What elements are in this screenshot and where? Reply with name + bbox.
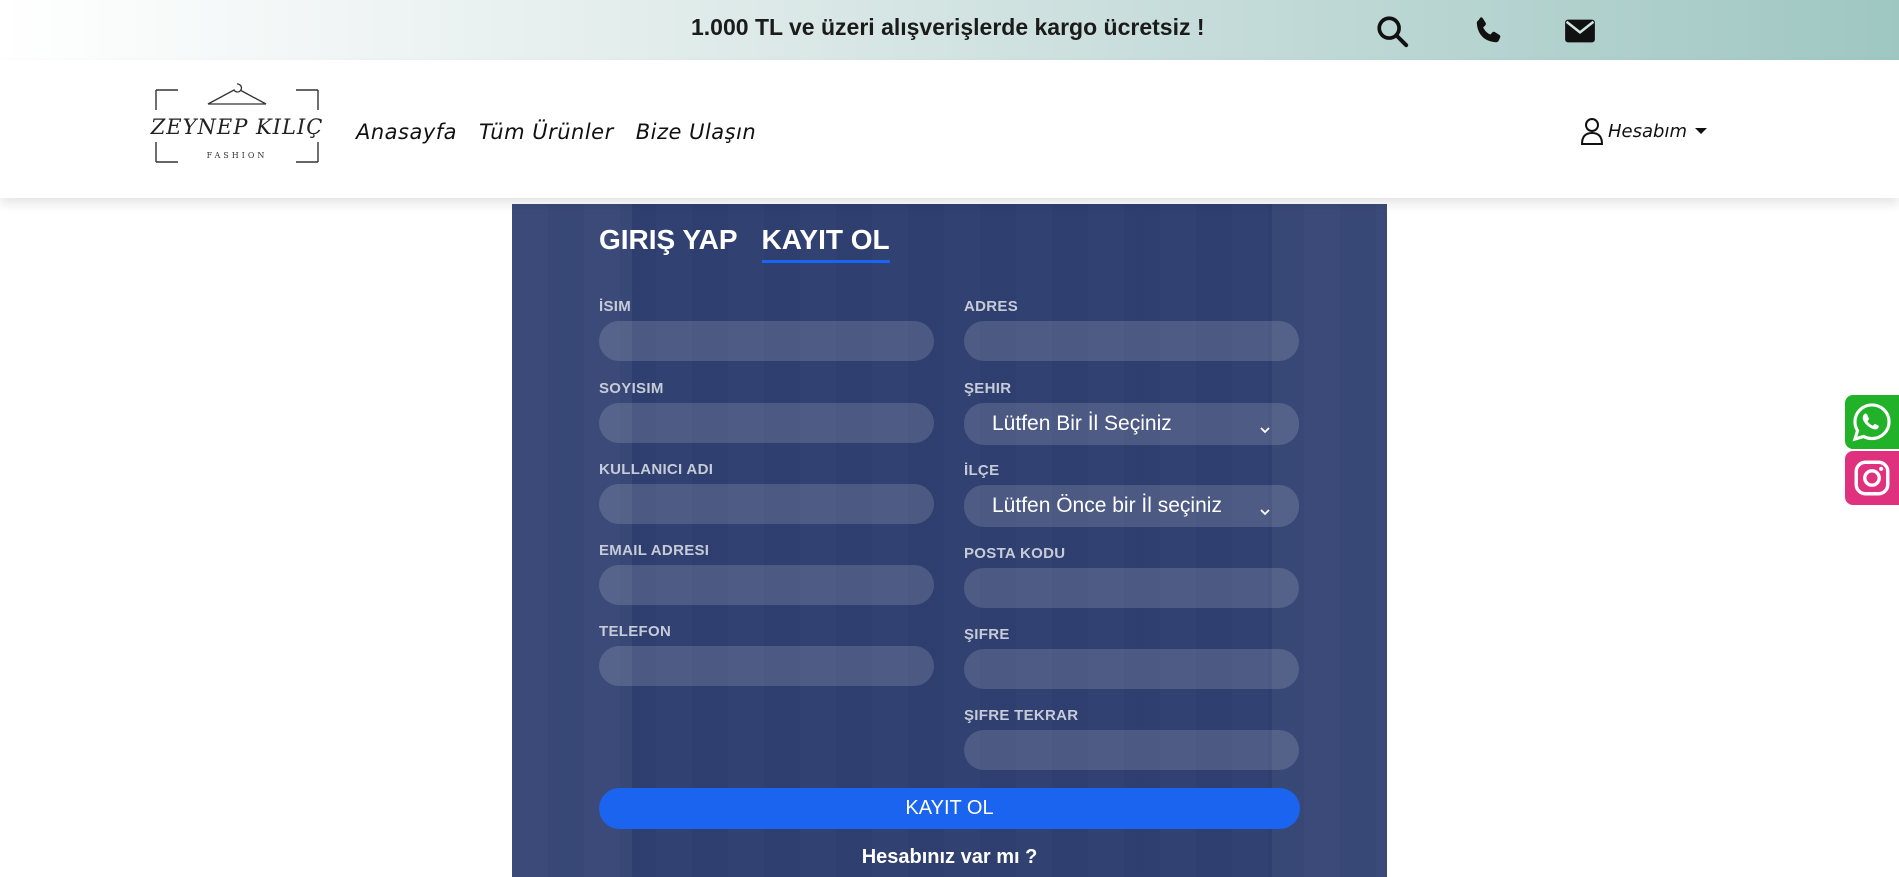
name-input[interactable] [599,321,934,361]
email-input[interactable] [599,565,934,605]
caret-down-icon [1694,128,1707,134]
tab-register[interactable]: KAYIT OL [761,224,890,263]
search-icon[interactable] [1375,14,1409,48]
district-select[interactable]: Lütfen Önce bir İl seçiniz [964,485,1299,527]
surname-field-group: SOYISIM [599,380,934,443]
district-select-value: Lütfen Önce bir İl seçiniz [992,494,1222,517]
password-repeat-input[interactable] [964,730,1299,770]
password-label: ŞIFRE [964,626,1010,643]
announcement-bar: 1.000 TL ve üzeri alışverişlerde kargo ü… [0,0,1899,60]
site-header: ZEYNEP KILIÇ FASHION Anasayfa Tüm Ürünle… [0,60,1899,198]
city-select[interactable]: Lütfen Bir İl Seçiniz [964,403,1299,445]
email-field-group: EMAIL ADRESI [599,542,934,605]
register-button[interactable]: KAYIT OL [599,788,1300,829]
mail-icon[interactable] [1563,14,1597,48]
instagram-icon [1854,460,1890,496]
phone-field-group: TELEFON [599,623,934,686]
svg-text:FASHION: FASHION [207,151,268,160]
password-input[interactable] [964,649,1299,689]
username-label: KULLANICI ADI [599,461,714,478]
name-field-group: İSIM [599,298,934,361]
phone-icon[interactable] [1471,14,1505,48]
auth-tabs: GIRIŞ YAP KAYIT OL [599,224,890,263]
instagram-button[interactable] [1845,451,1899,505]
nav-contact[interactable]: Bize Ulaşın [636,120,757,144]
name-label: İSIM [599,298,632,315]
nav-all-products[interactable]: Tüm Ürünler [479,120,614,144]
username-field-group: KULLANICI ADI [599,461,934,524]
svg-text:ZEYNEP KILIÇ: ZEYNEP KILIÇ [150,115,324,139]
postal-input[interactable] [964,568,1299,608]
postal-field-group: POSTA KODU [964,545,1299,608]
auth-panel: GIRIŞ YAP KAYIT OL İSIM SOYISIM KULLANIC… [512,204,1387,877]
district-field-group: İLÇE Lütfen Önce bir İl seçiniz [964,462,1299,527]
main-nav: Anasayfa Tüm Ürünler Bize Ulaşın [356,120,756,144]
postal-label: POSTA KODU [964,545,1066,562]
chevron-down-icon [1259,500,1271,516]
chevron-down-icon [1259,418,1271,434]
district-label: İLÇE [964,462,1000,479]
free-shipping-text: 1.000 TL ve üzeri alışverişlerde kargo ü… [691,14,1205,40]
address-label: ADRES [964,298,1019,315]
user-icon [1580,117,1604,145]
password-repeat-field-group: ŞIFRE TEKRAR [964,707,1299,770]
surname-input[interactable] [599,403,934,443]
address-input[interactable] [964,321,1299,361]
password-repeat-label: ŞIFRE TEKRAR [964,707,1079,724]
phone-label: TELEFON [599,623,672,640]
account-label: Hesabım [1608,120,1687,142]
brand-logo[interactable]: ZEYNEP KILIÇ FASHION [148,80,326,172]
whatsapp-icon [1852,403,1891,442]
username-input[interactable] [599,484,934,524]
email-label: EMAIL ADRESI [599,542,710,559]
tab-login[interactable]: GIRIŞ YAP [599,224,738,263]
nav-home[interactable]: Anasayfa [356,120,457,144]
city-label: ŞEHIR [964,380,1012,397]
city-field-group: ŞEHIR Lütfen Bir İl Seçiniz [964,380,1299,445]
address-field-group: ADRES [964,298,1299,361]
have-account-link[interactable]: Hesabınız var mı ? [512,846,1387,869]
city-select-value: Lütfen Bir İl Seçiniz [992,412,1172,435]
password-field-group: ŞIFRE [964,626,1299,689]
phone-input[interactable] [599,646,934,686]
whatsapp-button[interactable] [1845,395,1899,449]
account-menu[interactable]: Hesabım [1580,117,1707,145]
surname-label: SOYISIM [599,380,664,397]
